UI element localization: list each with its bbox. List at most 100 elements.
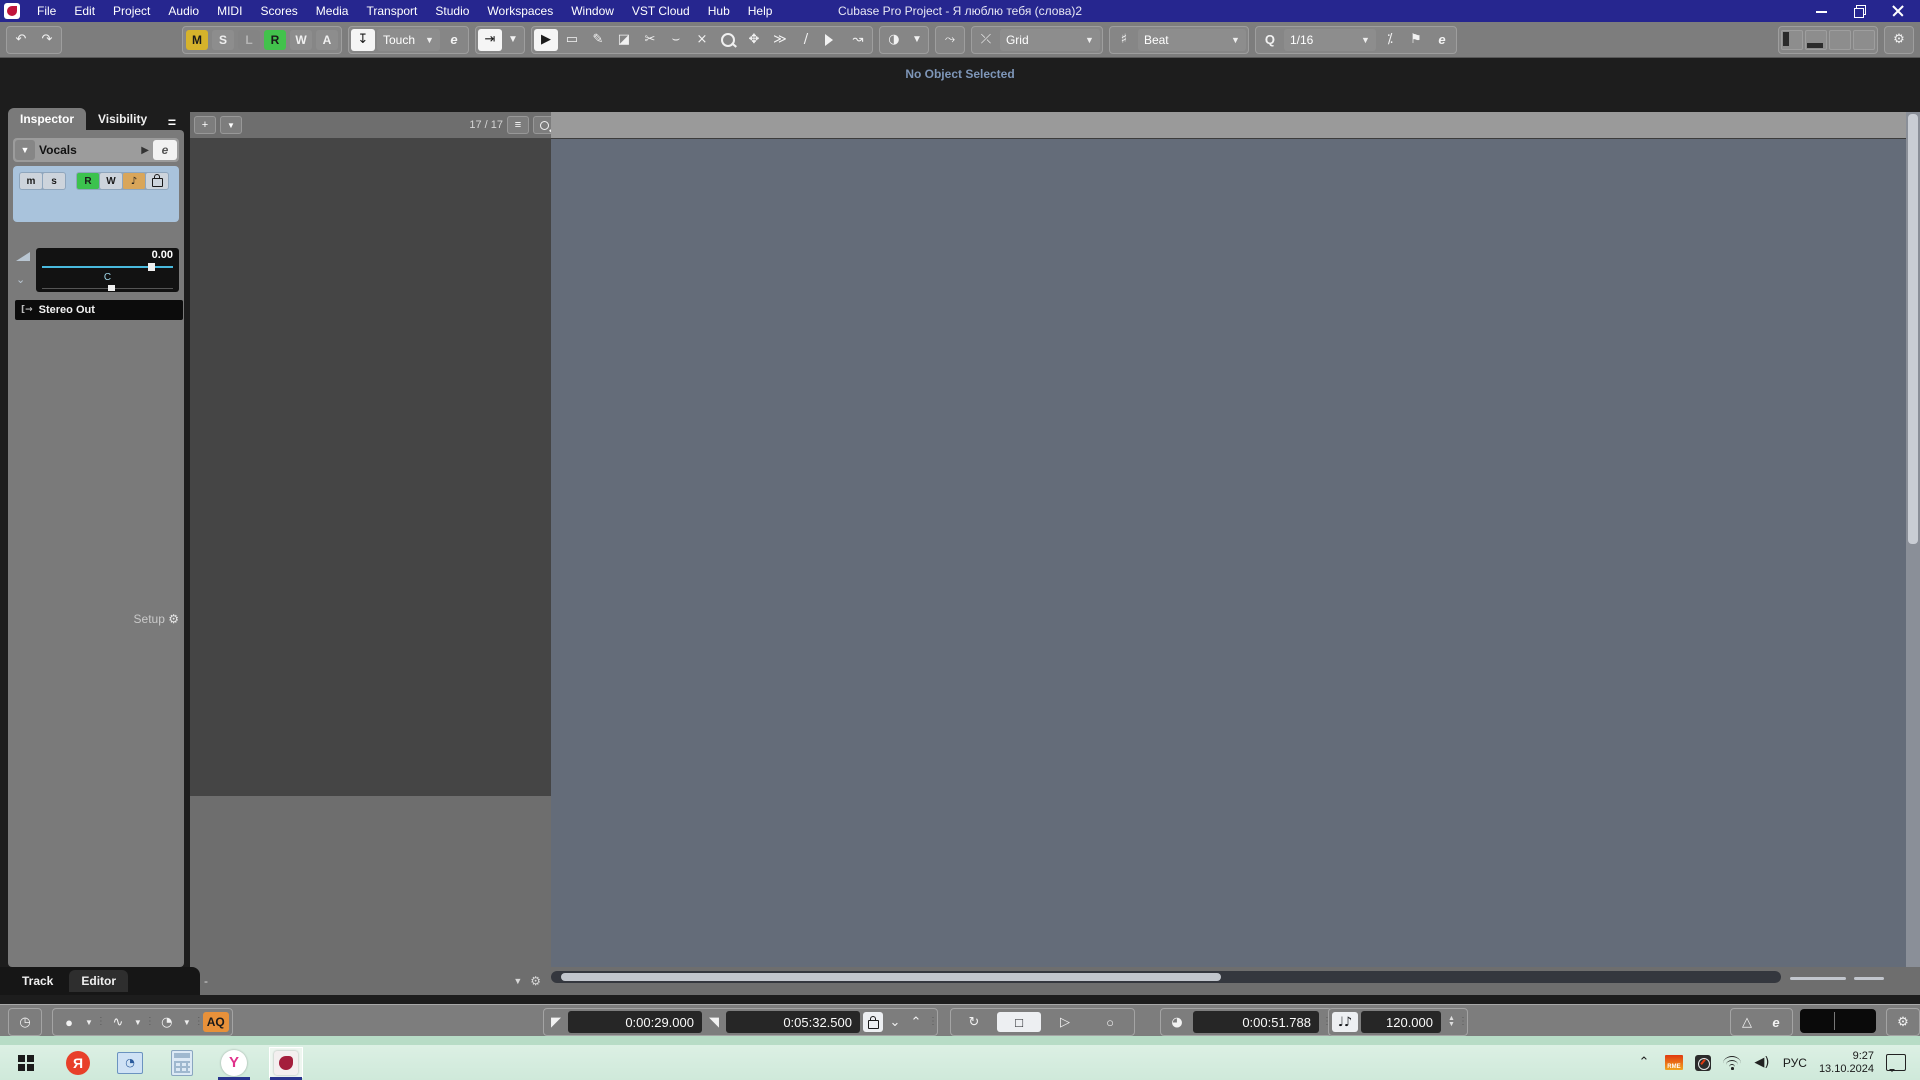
metronome-edit-icon[interactable]: e xyxy=(1763,1012,1789,1032)
auto-quantize-button[interactable]: AQ xyxy=(203,1012,229,1032)
event-display[interactable] xyxy=(551,112,1906,967)
taskbar-yandex-app[interactable]: Я xyxy=(61,1047,95,1078)
record-mode-icon[interactable]: ● xyxy=(56,1012,82,1032)
audio-record-mode-icon[interactable]: ∿ xyxy=(105,1012,131,1032)
horizontal-scroll-thumb[interactable] xyxy=(561,973,1221,981)
global-m-button[interactable]: M xyxy=(186,30,208,50)
menu-item-midi[interactable]: MIDI xyxy=(208,4,251,18)
write-automation-button[interactable]: W xyxy=(100,173,122,189)
language-indicator[interactable]: РУС xyxy=(1783,1056,1807,1070)
pan-value[interactable]: C xyxy=(36,272,179,283)
quantize-panel-icon[interactable]: ⚑ xyxy=(1404,29,1428,51)
right-locator-time[interactable]: 0:05:32.500 xyxy=(726,1011,860,1033)
global-s-button[interactable]: S xyxy=(212,30,234,50)
left-locator-time[interactable]: 0:00:29.000 xyxy=(568,1011,702,1033)
menu-item-media[interactable]: Media xyxy=(307,4,358,18)
zoom-out-label[interactable]: - xyxy=(204,974,208,988)
punch-in-icon[interactable]: ⌄ xyxy=(886,1012,904,1032)
stop-button[interactable]: □ xyxy=(997,1012,1041,1032)
autoscroll-icon[interactable]: ⇥ xyxy=(478,29,502,51)
metronome-icon[interactable]: △ xyxy=(1734,1012,1760,1032)
constrain-delay-icon[interactable]: ◷ xyxy=(12,1012,38,1032)
taskbar-presentation-app[interactable]: ◔ xyxy=(113,1047,147,1078)
audio-record-menu-icon[interactable]: ▼ xyxy=(134,1018,142,1027)
read-automation-button[interactable]: R xyxy=(77,173,99,189)
vertical-scrollbar[interactable] xyxy=(1906,112,1920,967)
automation-panel-icon[interactable]: ↧ xyxy=(351,29,375,51)
play-order-tool-icon[interactable]: ≫ xyxy=(768,29,792,51)
menu-item-hub[interactable]: Hub xyxy=(699,4,739,18)
menu-item-transport[interactable]: Transport xyxy=(357,4,426,18)
menu-item-edit[interactable]: Edit xyxy=(65,4,104,18)
volume-handle[interactable] xyxy=(148,263,155,271)
zoom-controls[interactable] xyxy=(1790,971,1906,985)
mute-button[interactable]: m xyxy=(20,173,42,189)
start-button[interactable] xyxy=(9,1047,43,1078)
edit-channel-icon[interactable]: e xyxy=(153,140,177,160)
nudge-icon[interactable]: ⤳ xyxy=(938,29,962,51)
global-a-button[interactable]: A xyxy=(316,30,338,50)
tempo-value[interactable]: 120.000 xyxy=(1361,1011,1441,1033)
inspector-menu-icon[interactable]: = xyxy=(168,114,176,130)
grid-type-select[interactable]: Beat▼ xyxy=(1138,29,1246,51)
menu-item-project[interactable]: Project xyxy=(104,4,159,18)
global-w-button[interactable]: W xyxy=(290,30,312,50)
tab-visibility[interactable]: Visibility xyxy=(86,108,159,130)
global-r-button[interactable]: R xyxy=(264,30,286,50)
iterative-quantize-icon[interactable]: ⁒ xyxy=(1378,29,1402,51)
quantize-edit-icon[interactable]: e xyxy=(1430,29,1454,51)
taskbar-cubase-app[interactable] xyxy=(269,1047,303,1078)
musical-mode-icon[interactable]: ♪ xyxy=(123,173,145,189)
menu-item-studio[interactable]: Studio xyxy=(426,4,478,18)
wifi-icon[interactable] xyxy=(1723,1056,1741,1070)
range-selection-tool-icon[interactable]: ▭ xyxy=(560,29,584,51)
inspector-setup[interactable]: Setup ⚙ xyxy=(8,612,187,626)
vertical-scroll-thumb[interactable] xyxy=(1908,114,1918,544)
midi-record-menu-icon[interactable]: ▼ xyxy=(183,1018,191,1027)
tab-inspector[interactable]: Inspector xyxy=(8,108,86,130)
mute-tool-icon[interactable]: × xyxy=(690,29,714,51)
time-format-icon[interactable]: ◕ xyxy=(1164,1012,1190,1032)
undo-button[interactable]: ↶ xyxy=(9,29,33,51)
menu-item-scores[interactable]: Scores xyxy=(251,4,306,18)
tempo-track-icon[interactable]: ♩♪ xyxy=(1332,1012,1358,1032)
solo-button[interactable]: s xyxy=(43,173,65,189)
hzoom-slider[interactable] xyxy=(1790,977,1846,980)
midi-record-mode-icon[interactable]: ◔ xyxy=(154,1012,180,1032)
menu-item-help[interactable]: Help xyxy=(739,4,782,18)
track-presets-icon[interactable]: ▼ xyxy=(220,116,242,134)
autoscroll-options-icon[interactable]: ▼ xyxy=(504,29,522,51)
right-zone-toggle-icon[interactable] xyxy=(1829,30,1851,50)
bottom-gear-icon[interactable]: ⚙ xyxy=(530,974,541,988)
restore-icon[interactable] xyxy=(1854,5,1866,17)
expand-arrow-icon[interactable]: ▶ xyxy=(141,145,149,156)
glue-tool-icon[interactable]: ⌣ xyxy=(664,29,688,51)
object-selection-tool-icon[interactable]: ▶ xyxy=(534,29,558,51)
erase-tool-icon[interactable]: ◪ xyxy=(612,29,636,51)
line-tool-icon[interactable]: / xyxy=(794,29,818,51)
color-menu-icon[interactable]: ▼ xyxy=(908,29,926,51)
right-locator-icon[interactable]: ◥ xyxy=(705,1012,723,1032)
record-button[interactable]: ○ xyxy=(1089,1012,1131,1032)
zoom-tool-icon[interactable] xyxy=(716,29,740,51)
rme-tray-icon[interactable]: RME xyxy=(1665,1055,1683,1070)
automation-edit-icon[interactable]: e xyxy=(442,29,466,51)
inspector-track-header[interactable]: ▼ Vocals ▶ e xyxy=(13,138,179,162)
left-locator-icon[interactable]: ◤ xyxy=(547,1012,565,1032)
close-icon[interactable] xyxy=(1892,5,1904,17)
horizontal-scrollbar[interactable] xyxy=(551,971,1781,983)
audition-tool-icon[interactable] xyxy=(820,29,844,51)
cycle-button[interactable]: ↻ xyxy=(954,1012,994,1032)
hand-tool-icon[interactable]: ✥ xyxy=(742,29,766,51)
automation-mode-select[interactable]: Touch▼ xyxy=(377,29,440,51)
primary-time-display[interactable]: 0:00:51.788 xyxy=(1193,1011,1319,1033)
color-tool-icon[interactable]: ◑ xyxy=(882,29,906,51)
notification-icon[interactable] xyxy=(1886,1054,1906,1071)
taskbar-calculator-app[interactable] xyxy=(165,1047,199,1078)
add-track-button[interactable]: + xyxy=(194,116,216,134)
quantize-select[interactable]: 1/16▼ xyxy=(1284,29,1376,51)
menu-item-workspaces[interactable]: Workspaces xyxy=(478,4,562,18)
speedometer-tray-icon[interactable] xyxy=(1695,1055,1711,1071)
locator-lock-icon[interactable] xyxy=(863,1012,883,1032)
menu-item-audio[interactable]: Audio xyxy=(159,4,208,18)
